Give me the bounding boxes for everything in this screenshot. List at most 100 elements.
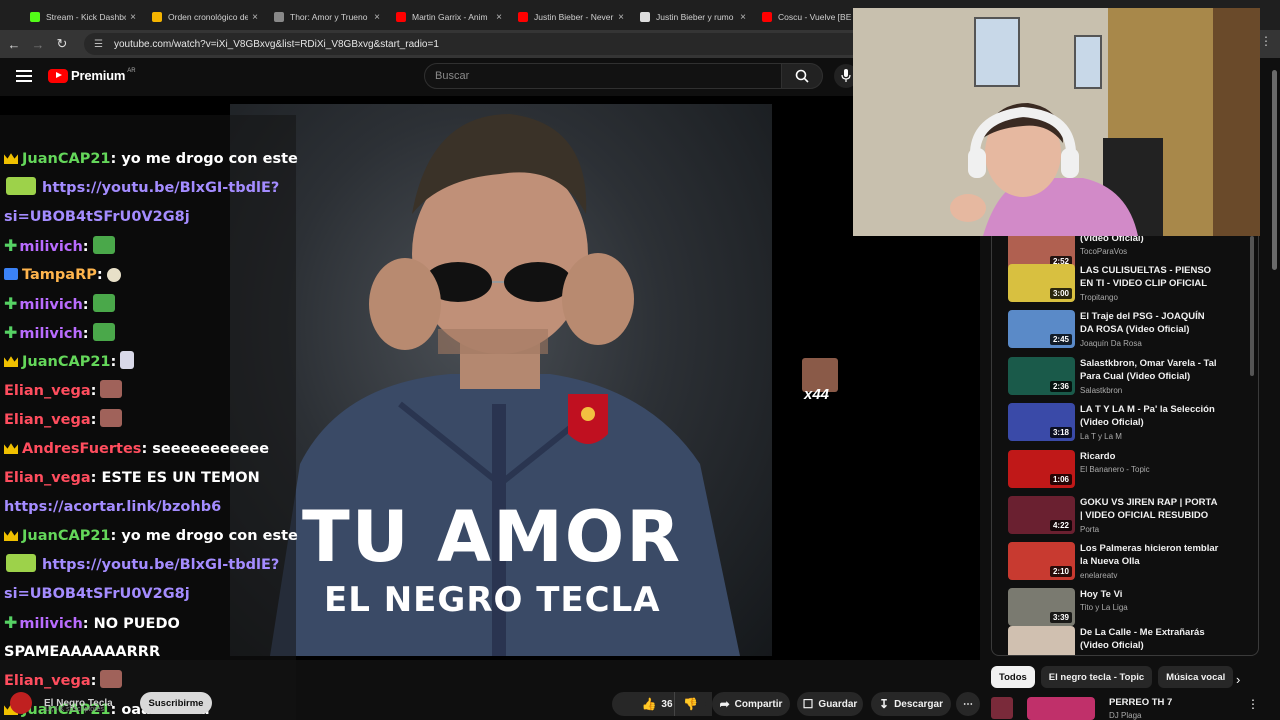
chat-username[interactable]: JuanCAP21	[22, 151, 111, 167]
more-icon[interactable]: ⋮	[1247, 697, 1259, 711]
video-title[interactable]: GOKU VS JIREN RAP | PORTA | VIDEO OFICIA…	[1080, 496, 1220, 522]
video-thumbnail[interactable]: 2:10	[1008, 542, 1075, 580]
video-title[interactable]: El Traje del PSG - JOAQUÍN DA ROSA (Vide…	[1080, 310, 1220, 336]
chat-link[interactable]: https://acortar.link/bzohb6	[4, 499, 221, 515]
chat-username[interactable]: JuanCAP21	[22, 528, 111, 544]
filter-chip[interactable]: Música vocal	[1158, 666, 1234, 688]
more-actions-button[interactable]: ⋯	[956, 692, 980, 716]
menu-icon[interactable]	[16, 70, 32, 83]
recommendation-item[interactable]: 1:06 Ricardo El Bananero - Topic	[1008, 450, 1258, 494]
chat-link[interactable]: si=UBOB4tSFrU0V2G8j	[4, 209, 190, 225]
browser-tab[interactable]: Martin Garrix - Anim ×	[388, 4, 510, 30]
search-input[interactable]: Buscar	[424, 63, 782, 89]
video-thumbnail[interactable]: 1:06	[1008, 450, 1075, 488]
chat-username[interactable]: milivich	[19, 616, 82, 632]
more-icon: ⋯	[963, 698, 973, 710]
video-thumbnail[interactable]: 2:36	[1008, 357, 1075, 395]
channel-name[interactable]: enelareatv	[1080, 571, 1117, 580]
browser-tab[interactable]: Stream - Kick Dashbo ×	[22, 4, 144, 30]
chat-username[interactable]: AndresFuertes	[22, 441, 141, 457]
chat-text: SPAMEAAAAAARRR	[4, 644, 161, 660]
chat-emote	[120, 351, 135, 369]
channel-name[interactable]: El Bananero - Topic	[1080, 465, 1150, 474]
filter-chip[interactable]: El negro tecla - Topic	[1040, 666, 1153, 688]
video-title[interactable]: Hoy Te Vi	[1080, 588, 1220, 601]
video-thumbnail[interactable]: 4:22	[1008, 496, 1075, 534]
forward-icon[interactable]: →	[26, 32, 50, 56]
share-button[interactable]: ➦ Compartir	[712, 692, 790, 716]
recommendation-item[interactable]: 2:45 El Traje del PSG - JOAQUÍN DA ROSA (…	[1008, 310, 1258, 354]
video-thumbnail[interactable]: 3:18	[1008, 403, 1075, 441]
video-thumbnail[interactable]: 3:00	[1008, 264, 1075, 302]
queue-title[interactable]: PERREO TH 7	[1109, 697, 1172, 708]
chat-username[interactable]: Elian_vega	[4, 673, 91, 689]
youtube-logo[interactable]: Premium AR	[48, 68, 136, 83]
dislike-button[interactable]: 👎	[674, 692, 706, 716]
chat-username[interactable]: JuanCAP21	[22, 354, 111, 370]
close-tab-icon[interactable]: ×	[740, 12, 746, 23]
close-tab-icon[interactable]: ×	[374, 12, 380, 23]
save-button[interactable]: ☐ Guardar	[797, 692, 863, 716]
close-tab-icon[interactable]: ×	[130, 12, 136, 23]
chat-link[interactable]: si=UBOB4tSFrU0V2G8j	[4, 586, 190, 602]
page-scrollbar[interactable]	[1272, 70, 1277, 270]
video-title[interactable]: Ricardo	[1080, 450, 1220, 463]
chat-username[interactable]: milivich	[19, 239, 82, 255]
chevron-right-icon[interactable]: ›	[1236, 672, 1240, 687]
download-button[interactable]: ↧ Descargar	[871, 692, 951, 716]
chat-username[interactable]: TampaRP	[22, 267, 97, 283]
video-thumbnail[interactable]	[1008, 626, 1075, 655]
filter-chip[interactable]: Todos	[991, 666, 1035, 688]
tab-favicon-icon	[152, 12, 162, 22]
channel-name[interactable]: Tito y La Liga	[1080, 603, 1128, 612]
recommendation-item[interactable]: 2:36 Salastkbron, Omar Varela - Tal Para …	[1008, 357, 1258, 401]
back-icon[interactable]: ←	[2, 32, 26, 56]
chat-username[interactable]: Elian_vega	[4, 470, 91, 486]
close-tab-icon[interactable]: ×	[496, 12, 502, 23]
address-bar[interactable]: ☰ youtube.com/watch?v=iXi_V8GBxvg&list=R…	[84, 33, 864, 55]
chat-username[interactable]: Elian_vega	[4, 383, 91, 399]
video-title[interactable]: Los Palmeras hicieron temblar la Nueva O…	[1080, 542, 1220, 568]
close-tab-icon[interactable]: ×	[252, 12, 258, 23]
chat-username[interactable]: Elian_vega	[4, 412, 91, 428]
recommendation-item[interactable]: De La Calle - Me Extrañarás (Video Ofici…	[1008, 626, 1258, 655]
channel-name[interactable]: Salastkbron	[1080, 386, 1122, 395]
recommendation-item[interactable]: 4:22 GOKU VS JIREN RAP | PORTA | VIDEO OF…	[1008, 496, 1258, 540]
recommendations-scrollbar[interactable]	[1250, 236, 1254, 376]
chat-text: :	[82, 326, 89, 342]
chat-username[interactable]: milivich	[19, 326, 82, 342]
close-tab-icon[interactable]: ×	[618, 12, 624, 23]
channel-name[interactable]: La T y La M	[1080, 432, 1122, 441]
video-title[interactable]: LAS CULISUELTAS - PIENSO EN TI - VIDEO C…	[1080, 264, 1220, 290]
channel-name[interactable]: TocoParaVos	[1080, 247, 1127, 256]
queue-thumbnail[interactable]	[1027, 697, 1095, 720]
video-title[interactable]: LA T Y LA M - Pa' la Selección (Video Of…	[1080, 403, 1220, 429]
chrome-menu-icon[interactable]: ⋮	[1260, 34, 1272, 48]
channel-name[interactable]: Joaquín Da Rosa	[1080, 339, 1142, 348]
browser-tab[interactable]: Orden cronológico de ×	[144, 4, 266, 30]
download-icon: ↧	[879, 697, 890, 711]
video-thumbnail[interactable]: 3:39	[1008, 588, 1075, 626]
browser-tab[interactable]: Thor: Amor y Trueno ×	[266, 4, 388, 30]
channel-name[interactable]: Porta	[1080, 525, 1099, 534]
queue-item[interactable]: PERREO TH 7 DJ Plaga ⋮	[991, 697, 1261, 720]
recommendation-item[interactable]: 3:18 LA T Y LA M - Pa' la Selección (Vide…	[1008, 403, 1258, 447]
search-button[interactable]	[781, 63, 823, 89]
recommendation-item[interactable]: 2:10 Los Palmeras hicieron temblar la Nue…	[1008, 542, 1258, 586]
reload-icon[interactable]: ↻	[50, 32, 74, 56]
site-info-icon[interactable]: ☰	[94, 39, 108, 50]
channel-avatar[interactable]	[10, 692, 32, 714]
queue-handle[interactable]	[991, 697, 1013, 719]
chat-username[interactable]: milivich	[19, 297, 82, 313]
subscribe-button[interactable]: Suscribirme	[140, 692, 212, 714]
chat-link[interactable]: https://youtu.be/BlxGI-tbdlE?	[42, 557, 279, 573]
video-title[interactable]: (Video Oficial)	[1080, 236, 1220, 245]
recommendation-item[interactable]: 3:00 LAS CULISUELTAS - PIENSO EN TI - VID…	[1008, 264, 1258, 308]
channel-name[interactable]: Tropitango	[1080, 293, 1118, 302]
video-title[interactable]: Salastkbron, Omar Varela - Tal Para Cual…	[1080, 357, 1220, 383]
chat-link[interactable]: https://youtu.be/BlxGI-tbdlE?	[42, 180, 279, 196]
browser-tab[interactable]: Justin Bieber - Never ×	[510, 4, 632, 30]
browser-tab[interactable]: Justin Bieber y rumo ×	[632, 4, 754, 30]
video-title[interactable]: De La Calle - Me Extrañarás (Video Ofici…	[1080, 626, 1220, 652]
video-thumbnail[interactable]: 2:45	[1008, 310, 1075, 348]
